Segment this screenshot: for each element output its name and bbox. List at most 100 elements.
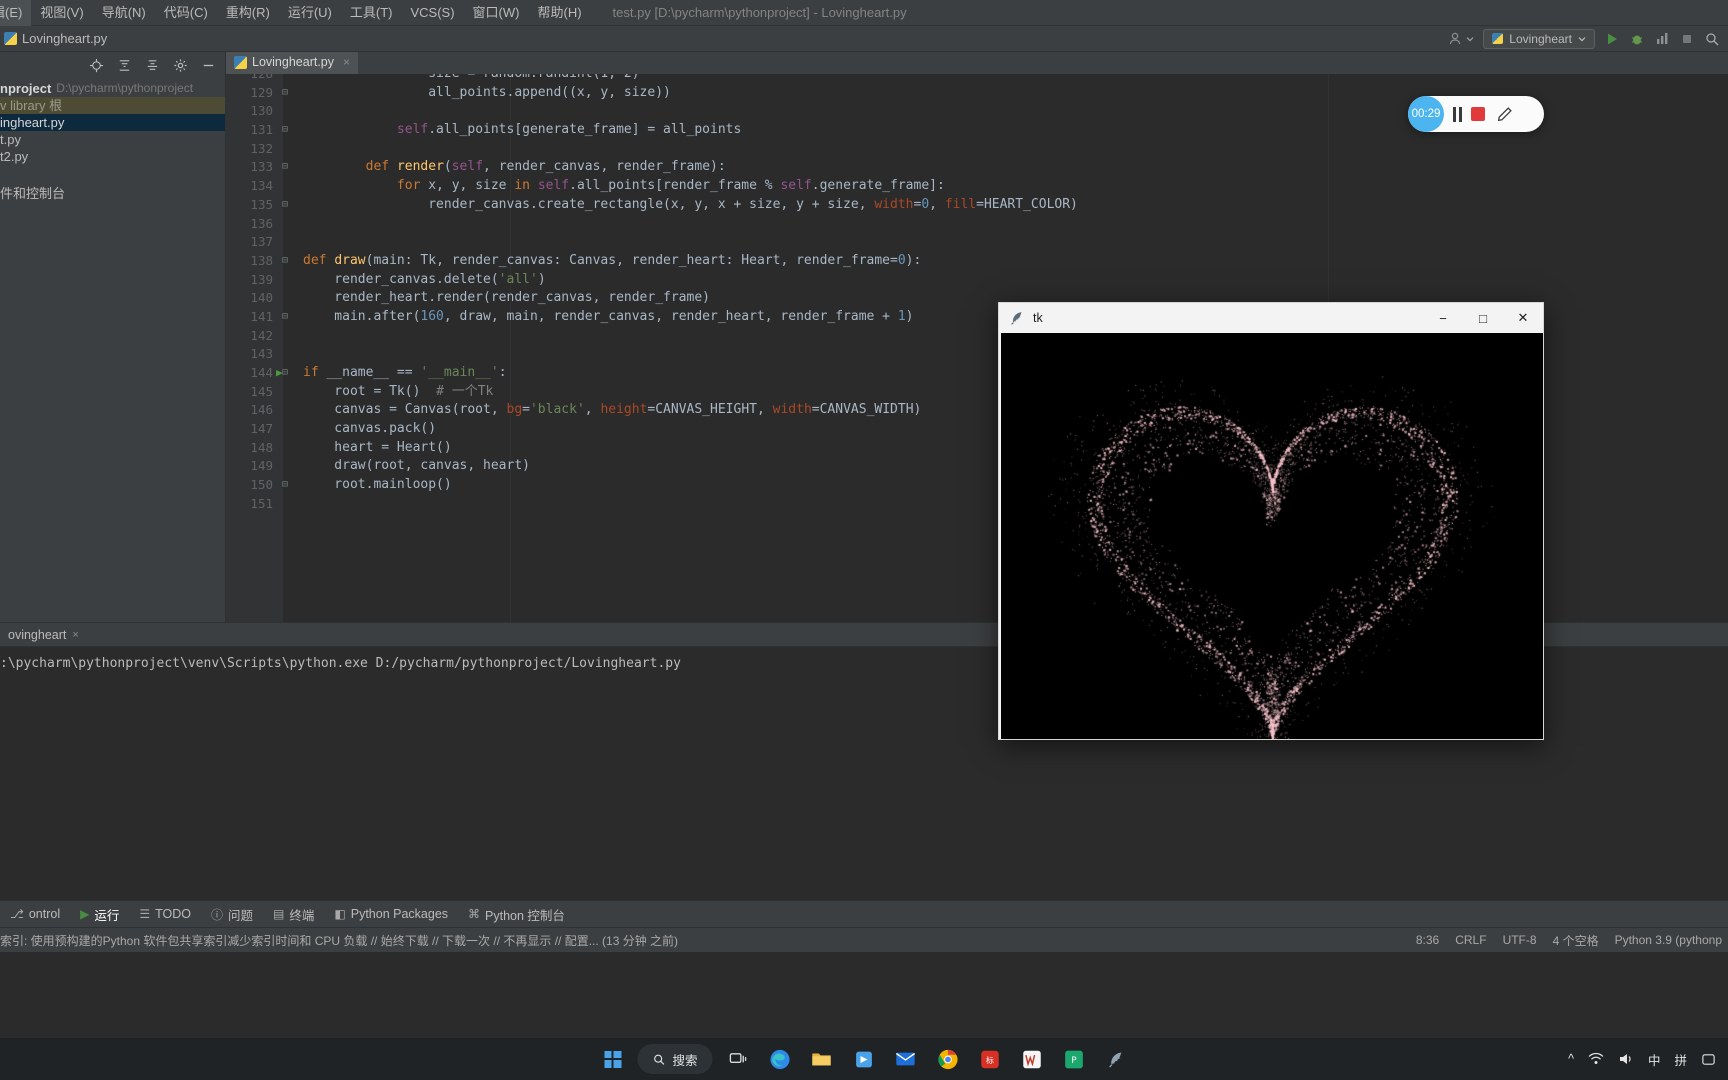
- chrome-icon[interactable]: [931, 1042, 965, 1076]
- mail-icon[interactable]: [889, 1042, 923, 1076]
- fold-marker[interactable]: ⊟: [273, 252, 297, 271]
- collapse-all-icon[interactable]: [117, 58, 132, 73]
- breadcrumb[interactable]: Lovingheart.py: [4, 31, 107, 46]
- code-text: root.mainloop(): [303, 477, 452, 493]
- fold-marker[interactable]: ⊟: [273, 308, 297, 327]
- menu-item-tools[interactable]: 工具(T): [341, 0, 402, 26]
- network-icon[interactable]: [1588, 1051, 1604, 1067]
- maximize-icon[interactable]: □: [1463, 303, 1503, 333]
- task-view-icon[interactable]: [721, 1042, 755, 1076]
- close-icon[interactable]: ✕: [1503, 303, 1543, 333]
- windows-start-icon[interactable]: [595, 1042, 629, 1076]
- settings-gear-icon[interactable]: [173, 58, 188, 73]
- line-number: 151: [250, 495, 273, 511]
- tool-window-python-packages[interactable]: ◧ Python Packages: [324, 901, 458, 928]
- tree-item-library-root[interactable]: v library 根: [0, 97, 225, 114]
- fold-marker[interactable]: ⊟: [273, 196, 297, 215]
- wps-icon[interactable]: [1015, 1042, 1049, 1076]
- run-icon[interactable]: [1604, 31, 1620, 47]
- run-config-label: Lovingheart: [1509, 31, 1572, 46]
- tool-window-run[interactable]: ▶ 运行: [70, 901, 129, 928]
- menu-item-help[interactable]: 帮助(H): [528, 0, 590, 26]
- package-icon: ◧: [334, 907, 346, 921]
- pen-icon[interactable]: [1496, 106, 1513, 123]
- status-encoding[interactable]: UTF-8: [1503, 933, 1537, 947]
- run-gutter-icon[interactable]: ▶: [276, 364, 283, 383]
- fold-marker[interactable]: ⊟: [273, 121, 297, 140]
- taskbar-search[interactable]: 搜索: [637, 1044, 713, 1074]
- code-text: canvas.pack(): [303, 421, 437, 437]
- code-line: 132: [226, 140, 1728, 159]
- run-configuration-selector[interactable]: Lovingheart: [1483, 28, 1595, 49]
- fold-marker[interactable]: ⊟: [273, 476, 297, 495]
- stop-icon[interactable]: [1679, 31, 1695, 47]
- tool-window-version-control[interactable]: ⎇ ontrol: [0, 901, 70, 928]
- code-text: if __name__ == '__main__':: [303, 365, 507, 380]
- menu-item-navigate[interactable]: 导航(N): [93, 0, 155, 26]
- tool-window-todo[interactable]: ☰ TODO: [129, 901, 201, 928]
- tree-item-test2-py[interactable]: t2.py: [0, 148, 225, 165]
- edge-icon[interactable]: [763, 1042, 797, 1076]
- minimize-icon[interactable]: −: [1423, 303, 1463, 333]
- stop-record-icon[interactable]: [1471, 107, 1485, 121]
- ime-pinyin-label[interactable]: 拼: [1674, 1050, 1687, 1069]
- line-number: 147: [250, 421, 273, 437]
- screen-recorder-widget[interactable]: 00:29: [1408, 96, 1544, 132]
- status-caret-position[interactable]: 8:36: [1416, 933, 1439, 947]
- tree-item-lovingheart-py[interactable]: ingheart.py: [0, 114, 225, 131]
- line-number: 144: [250, 365, 273, 380]
- status-interpreter[interactable]: Python 3.9 (pythonp: [1615, 933, 1722, 947]
- project-tool-window: nproject D:\pycharm\pythonproject v libr…: [0, 52, 226, 622]
- tree-item-project-root[interactable]: nproject D:\pycharm\pythonproject: [0, 80, 225, 97]
- project-tree: nproject D:\pycharm\pythonproject v libr…: [0, 78, 225, 202]
- tool-window-python-console[interactable]: ⌘ Python 控制台: [458, 901, 575, 928]
- menu-item-window[interactable]: 窗口(W): [464, 0, 529, 26]
- account-icon[interactable]: [1448, 31, 1474, 47]
- ime-mode-label[interactable]: 中: [1648, 1050, 1661, 1069]
- expand-all-icon[interactable]: [145, 58, 160, 73]
- editor-tab-lovingheart[interactable]: Lovingheart.py ×: [226, 52, 359, 74]
- fold-marker[interactable]: ⊟: [273, 158, 297, 177]
- chevron-down-icon: [1466, 36, 1474, 41]
- locate-icon[interactable]: [89, 58, 104, 73]
- line-number: 141: [250, 308, 273, 324]
- menu-item-code[interactable]: 代码(C): [155, 0, 217, 26]
- code-line: 137: [226, 233, 1728, 252]
- volume-icon[interactable]: [1618, 1051, 1634, 1067]
- debug-icon[interactable]: [1629, 31, 1645, 47]
- tree-item-test-py[interactable]: t.py: [0, 131, 225, 148]
- menu-item-run[interactable]: 运行(U): [279, 0, 341, 26]
- menu-item-edit[interactable]: 辑(E): [0, 0, 32, 26]
- menu-item-vcs[interactable]: VCS(S): [401, 0, 463, 26]
- pause-icon[interactable]: [1453, 106, 1462, 122]
- tool-window-problems[interactable]: ⓘ 问题: [201, 901, 263, 928]
- file-explorer-icon[interactable]: [805, 1042, 839, 1076]
- close-icon[interactable]: ×: [72, 629, 78, 641]
- run-tab-lovingheart[interactable]: ovingheart ×: [0, 623, 87, 647]
- tk-title-bar[interactable]: tk − □ ✕: [999, 303, 1543, 333]
- app-red-icon[interactable]: 标: [973, 1042, 1007, 1076]
- search-everywhere-icon[interactable]: [1704, 31, 1720, 47]
- hide-icon[interactable]: [201, 58, 216, 73]
- status-line-separator[interactable]: CRLF: [1455, 933, 1486, 947]
- pycharm-icon[interactable]: P: [1057, 1042, 1091, 1076]
- store-icon[interactable]: [847, 1042, 881, 1076]
- menu-item-refactor[interactable]: 重构(R): [217, 0, 279, 26]
- tk-window[interactable]: tk − □ ✕: [998, 302, 1544, 740]
- tree-item-label: nproject: [0, 81, 52, 96]
- tk-canvas[interactable]: [1001, 333, 1543, 739]
- ime-icon[interactable]: [1701, 1052, 1716, 1067]
- line-number: 129: [250, 84, 273, 100]
- tk-app-icon[interactable]: [1099, 1042, 1133, 1076]
- tool-window-terminal[interactable]: ▤ 终端: [263, 901, 324, 928]
- status-indent[interactable]: 4 个空格: [1553, 932, 1599, 949]
- tk-window-title: tk: [1033, 311, 1043, 325]
- run-tab-label: ovingheart: [8, 627, 67, 642]
- tray-expand-icon[interactable]: ^: [1568, 1052, 1574, 1066]
- menu-item-view[interactable]: 视图(V): [31, 0, 92, 26]
- line-number: 131: [250, 122, 273, 138]
- fold-marker[interactable]: ⊟: [273, 84, 297, 103]
- profile-icon[interactable]: [1654, 31, 1670, 47]
- close-icon[interactable]: ×: [343, 55, 350, 69]
- tree-item-scratches[interactable]: 件和控制台: [0, 185, 225, 202]
